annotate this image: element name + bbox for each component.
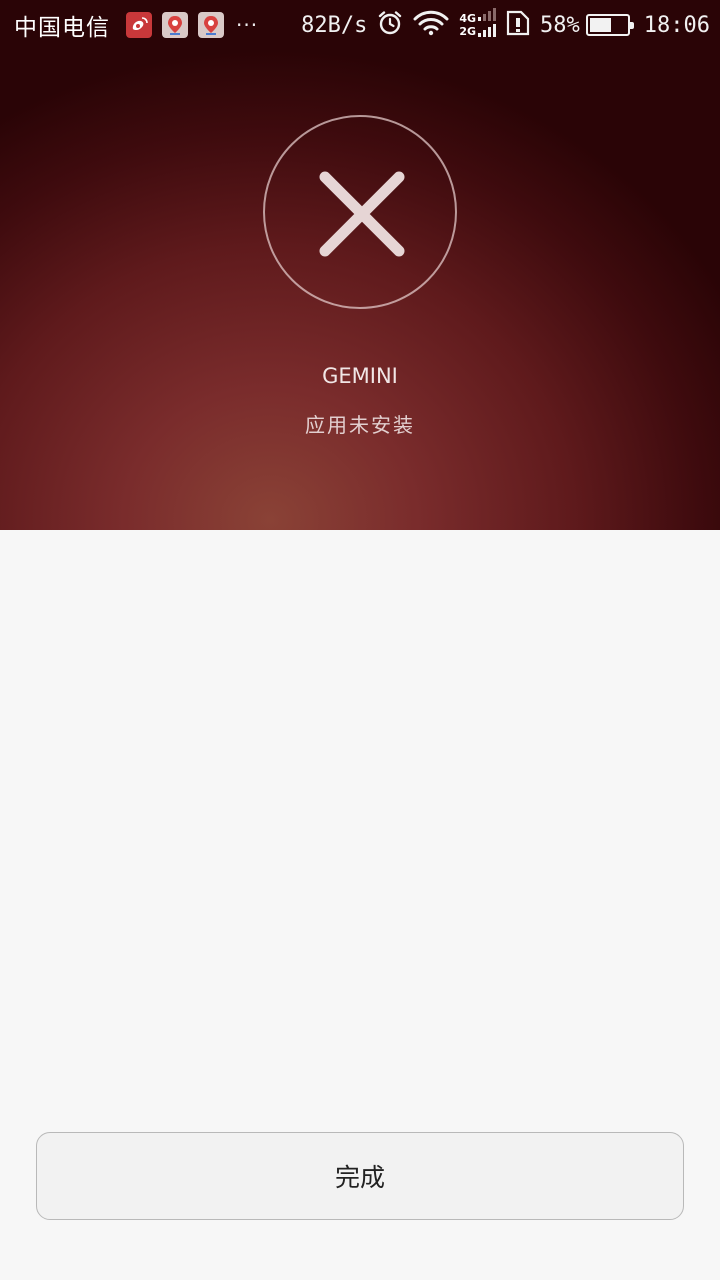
baidu-maps-app-icon (162, 12, 188, 38)
status-bar-right: 82B/s 4G 2G 58% 18:06 (291, 8, 710, 42)
result-header: 中国电信 ··· 82B/s 4G 2G 58% 18:06 GEMINI 应用… (0, 0, 720, 530)
network-speed: 82B/s (301, 12, 368, 38)
network-type-bottom: 2G (459, 25, 477, 38)
sim-alert-icon (506, 10, 530, 40)
wifi-icon (413, 10, 449, 40)
status-bar: 中国电信 ··· 82B/s 4G 2G 58% 18:06 (0, 0, 720, 50)
app-name: GEMINI (322, 364, 398, 388)
done-button[interactable]: 完成 (36, 1132, 684, 1220)
battery-level (589, 18, 611, 32)
install-status-text: 应用未安装 (305, 413, 415, 437)
more-notifications-icon: ··· (236, 13, 259, 37)
status-bar-left: 中国电信 ··· (14, 8, 258, 42)
carrier-name: 中国电信 (14, 15, 110, 41)
network-type-top: 4G (459, 12, 477, 25)
network-type: 4G 2G (459, 12, 476, 38)
close-icon (319, 171, 405, 257)
weibo-app-icon (126, 12, 152, 38)
signal-icon (478, 8, 497, 42)
alarm-icon (377, 10, 403, 40)
battery-percent: 58% (540, 12, 580, 38)
battery-icon (585, 14, 634, 36)
baidu-maps-app-icon (198, 12, 224, 38)
install-failed-indicator (263, 115, 457, 309)
clock: 18:06 (643, 12, 710, 38)
